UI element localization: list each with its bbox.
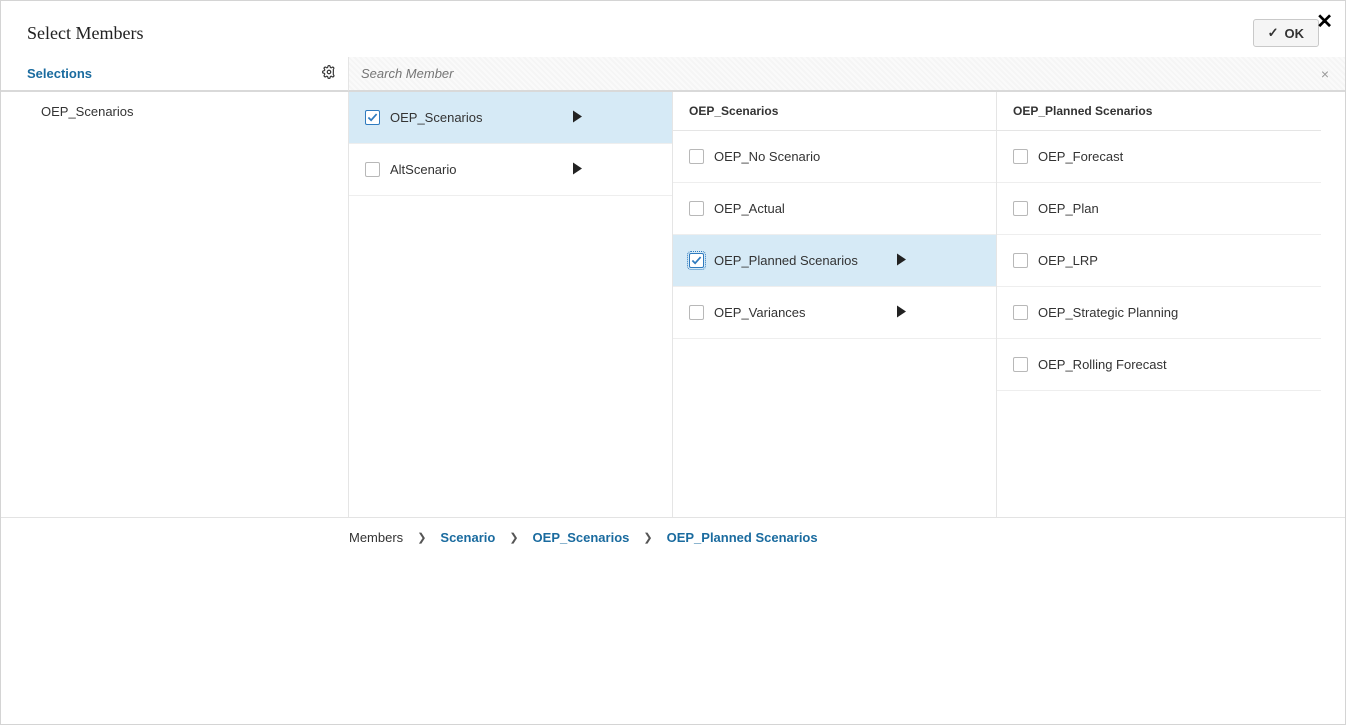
chevron-right-icon: ❯	[417, 531, 426, 544]
member-row[interactable]: OEP_Forecast	[997, 131, 1321, 183]
clear-search-icon[interactable]: ×	[1315, 66, 1335, 82]
selections-header-cell: Selections	[1, 57, 349, 91]
member-row[interactable]: OEP_Strategic Planning	[997, 287, 1321, 339]
check-icon: ✓	[1268, 25, 1279, 41]
member-label: OEP_Strategic Planning	[1038, 305, 1305, 320]
member-row[interactable]: OEP_No Scenario	[673, 131, 996, 183]
member-row[interactable]: AltScenario	[349, 144, 672, 196]
selection-item[interactable]: OEP_Scenarios	[1, 104, 348, 119]
checkbox[interactable]	[689, 253, 704, 268]
member-row[interactable]: OEP_LRP	[997, 235, 1321, 287]
gear-icon[interactable]	[322, 65, 336, 82]
breadcrumb-link[interactable]: OEP_Planned Scenarios	[667, 530, 818, 545]
chevron-right-icon: ❯	[509, 531, 518, 544]
close-icon[interactable]: ✕	[1316, 9, 1333, 34]
member-column-1: OEP_Scenarios AltScenario	[349, 92, 673, 517]
sub-header: Selections ×	[1, 57, 1345, 92]
member-column-3: OEP_Planned Scenarios OEP_Forecast OEP_P…	[997, 92, 1321, 517]
member-label: AltScenario	[390, 162, 656, 177]
expand-icon[interactable]	[897, 305, 906, 320]
member-label: OEP_Planned Scenarios	[714, 253, 980, 268]
expand-icon[interactable]	[573, 110, 582, 125]
member-row[interactable]: OEP_Scenarios	[349, 92, 672, 144]
content-area: OEP_Scenarios OEP_Scenarios AltScenario	[1, 92, 1345, 517]
checkbox[interactable]	[365, 162, 380, 177]
member-label: OEP_No Scenario	[714, 149, 980, 164]
member-label: OEP_LRP	[1038, 253, 1305, 268]
member-row[interactable]: OEP_Rolling Forecast	[997, 339, 1321, 391]
checkbox[interactable]	[689, 305, 704, 320]
member-label: OEP_Forecast	[1038, 149, 1305, 164]
search-wrap: ×	[349, 57, 1345, 91]
checkbox[interactable]	[1013, 357, 1028, 372]
ok-button-label: OK	[1285, 26, 1305, 41]
member-columns: OEP_Scenarios AltScenario OEP_Scenarios …	[349, 92, 1345, 517]
checkbox[interactable]	[1013, 149, 1028, 164]
column-header: OEP_Scenarios	[673, 92, 996, 131]
member-label: OEP_Plan	[1038, 201, 1305, 216]
dialog-title: Select Members	[27, 23, 143, 44]
member-label: OEP_Variances	[714, 305, 980, 320]
selections-header: Selections	[27, 66, 92, 81]
checkbox[interactable]	[365, 110, 380, 125]
member-column-2: OEP_Scenarios OEP_No Scenario OEP_Actual…	[673, 92, 997, 517]
ok-button[interactable]: ✓ OK	[1253, 19, 1319, 47]
checkbox[interactable]	[689, 201, 704, 216]
member-label: OEP_Rolling Forecast	[1038, 357, 1305, 372]
member-row[interactable]: OEP_Variances	[673, 287, 996, 339]
breadcrumb-link[interactable]: OEP_Scenarios	[533, 530, 630, 545]
breadcrumb-link[interactable]: Scenario	[440, 530, 495, 545]
breadcrumb: Members ❯ Scenario ❯ OEP_Scenarios ❯ OEP…	[1, 517, 1345, 545]
selections-panel: OEP_Scenarios	[1, 92, 349, 517]
search-input[interactable]	[359, 62, 1315, 85]
member-row[interactable]: OEP_Actual	[673, 183, 996, 235]
checkbox[interactable]	[1013, 201, 1028, 216]
member-label: OEP_Actual	[714, 201, 980, 216]
column-header: OEP_Planned Scenarios	[997, 92, 1321, 131]
checkbox[interactable]	[1013, 253, 1028, 268]
dialog-header: Select Members ✓ OK	[1, 1, 1345, 57]
header-actions: ✓ OK	[1253, 19, 1319, 47]
member-row[interactable]: OEP_Plan	[997, 183, 1321, 235]
chevron-right-icon: ❯	[643, 531, 652, 544]
checkbox[interactable]	[1013, 305, 1028, 320]
select-members-dialog: ✕ Select Members ✓ OK Selections × OEP_S…	[0, 0, 1346, 725]
expand-icon[interactable]	[897, 253, 906, 268]
checkbox[interactable]	[689, 149, 704, 164]
member-label: OEP_Scenarios	[390, 110, 656, 125]
expand-icon[interactable]	[573, 162, 582, 177]
member-row[interactable]: OEP_Planned Scenarios	[673, 235, 996, 287]
breadcrumb-label: Members	[349, 530, 403, 545]
